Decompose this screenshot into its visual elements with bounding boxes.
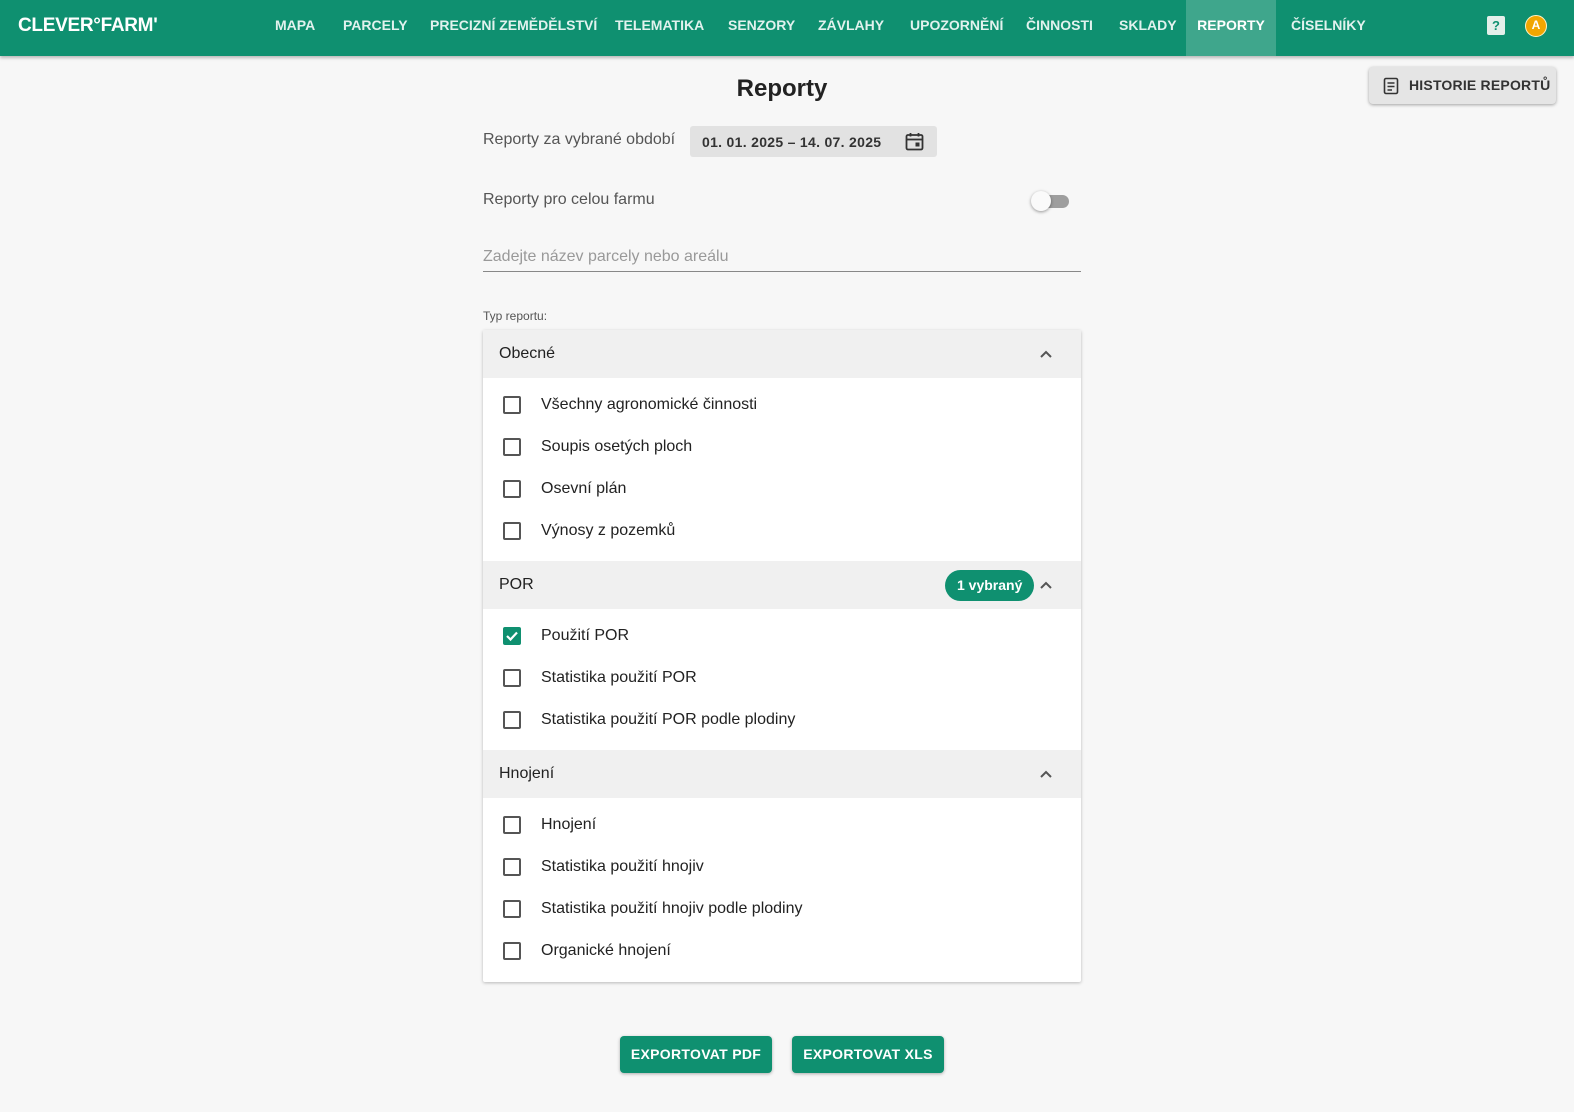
parcel-search-input[interactable] — [483, 242, 1081, 272]
report-option-statistika-pouziti-hnojiv[interactable]: Statistika použití hnojiv — [483, 847, 1081, 889]
report-option-statistika-pouziti-hnojiv-podle-plodiny[interactable]: Statistika použití hnojiv podle plodiny — [483, 889, 1081, 931]
logo[interactable]: CLEVER°FARM' — [18, 15, 158, 37]
report-option-statistika-pouziti-por-podle-plodiny[interactable]: Statistika použití POR podle plodiny — [483, 700, 1081, 742]
report-option-label: Statistika použití hnojiv podle plodiny — [541, 900, 803, 917]
checkbox[interactable] — [503, 480, 521, 498]
avatar[interactable]: A — [1525, 15, 1547, 37]
selected-count-badge: 1 vybraný — [945, 570, 1035, 601]
nav-item-mapa[interactable]: MAPA — [275, 0, 315, 56]
checkbox[interactable] — [503, 900, 521, 918]
top-navigation-bar: CLEVER°FARM' MAPA PARCELY PRECIZNÍ ZEMĚD… — [0, 0, 1574, 56]
report-option-label: Použití POR — [541, 627, 630, 644]
export-pdf-button[interactable]: EXPORTOVAT PDF — [620, 1036, 772, 1073]
nav-item-zavlahy[interactable]: ZÁVLAHY — [818, 0, 884, 56]
nav-item-senzory[interactable]: SENZORY — [728, 0, 795, 56]
report-option-statistika-pouziti-por[interactable]: Statistika použití POR — [483, 658, 1081, 700]
report-option-pouziti-por[interactable]: Použití POR — [483, 616, 1081, 658]
report-option-organicke-hnojeni[interactable]: Organické hnojení — [483, 931, 1081, 973]
report-option-vsechny-agronomicke-cinnosti[interactable]: Všechny agronomické činnosti — [483, 385, 1081, 427]
section-header-hnojeni[interactable]: Hnojení — [483, 750, 1081, 798]
period-label: Reporty za vybrané období — [483, 131, 676, 148]
date-range-value: 01. 01. 2025 – 14. 07. 2025 — [702, 134, 882, 150]
chevron-up-icon — [1040, 350, 1052, 358]
calendar-icon — [905, 133, 924, 151]
whole-farm-label: Reporty pro celou farmu — [483, 191, 655, 208]
report-option-label: Statistika použití POR — [541, 669, 697, 686]
chevron-up-icon — [1040, 770, 1052, 778]
checkbox[interactable] — [503, 816, 521, 834]
check-icon — [506, 631, 518, 642]
checkbox[interactable] — [503, 396, 521, 414]
export-xls-button[interactable]: EXPORTOVAT XLS — [792, 1036, 944, 1073]
section-title: POR — [499, 576, 534, 593]
nav-item-cinnosti[interactable]: ČINNOSTI — [1026, 0, 1093, 56]
report-option-label: Výnosy z pozemků — [541, 522, 676, 539]
nav-item-sklady[interactable]: SKLADY — [1119, 0, 1177, 56]
nav-item-precizni-zemedelstvi[interactable]: PRECIZNÍ ZEMĚDĚLSTVÍ — [430, 0, 597, 56]
report-type-label: Typ reportu: — [483, 309, 548, 323]
page-title: Reporty — [736, 75, 828, 102]
section-header-por[interactable]: POR 1 vybraný — [483, 561, 1081, 609]
report-option-osevni-plan[interactable]: Osevní plán — [483, 469, 1081, 511]
whole-farm-toggle[interactable] — [1031, 190, 1071, 212]
report-option-label: Osevní plán — [541, 480, 627, 497]
chevron-up-icon — [1040, 581, 1052, 589]
report-option-label: Soupis osetých ploch — [541, 438, 693, 455]
report-option-hnojeni[interactable]: Hnojení — [483, 805, 1081, 847]
report-option-label: Statistika použití POR podle plodiny — [541, 711, 796, 728]
checkbox[interactable] — [503, 942, 521, 960]
report-option-label: Statistika použití hnojiv — [541, 858, 704, 875]
help-icon[interactable]: ? — [1487, 16, 1505, 35]
report-option-label: Všechny agronomické činnosti — [541, 396, 758, 413]
report-option-vynosy-z-pozemku[interactable]: Výnosy z pozemků — [483, 511, 1081, 553]
checkbox[interactable] — [503, 858, 521, 876]
section-header-obecne[interactable]: Obecné — [483, 330, 1081, 378]
report-option-label: Hnojení — [541, 816, 597, 833]
date-range-picker[interactable]: 01. 01. 2025 – 14. 07. 2025 — [690, 126, 937, 157]
report-option-label: Organické hnojení — [541, 942, 671, 959]
checkbox[interactable] — [503, 522, 521, 540]
section-title: Hnojení — [499, 765, 555, 782]
checkbox-checked[interactable] — [503, 627, 521, 645]
nav-item-upozorneni[interactable]: UPOZORNĚNÍ — [910, 0, 1003, 56]
toggle-thumb — [1031, 191, 1051, 211]
nav-item-parcely[interactable]: PARCELY — [343, 0, 408, 56]
nav-item-reporty[interactable]: REPORTY — [1186, 0, 1276, 56]
section-title: Obecné — [499, 345, 556, 362]
checkbox[interactable] — [503, 711, 521, 729]
report-type-panel: Obecné Všechny agronomické činnosti Soup… — [483, 330, 1081, 982]
report-option-soupis-osetych-ploch[interactable]: Soupis osetých ploch — [483, 427, 1081, 469]
nav-item-ciselniky[interactable]: ČÍSELNÍKY — [1291, 0, 1366, 56]
checkbox[interactable] — [503, 669, 521, 687]
nav-item-telematika[interactable]: TELEMATIKA — [615, 0, 704, 56]
checkbox[interactable] — [503, 438, 521, 456]
